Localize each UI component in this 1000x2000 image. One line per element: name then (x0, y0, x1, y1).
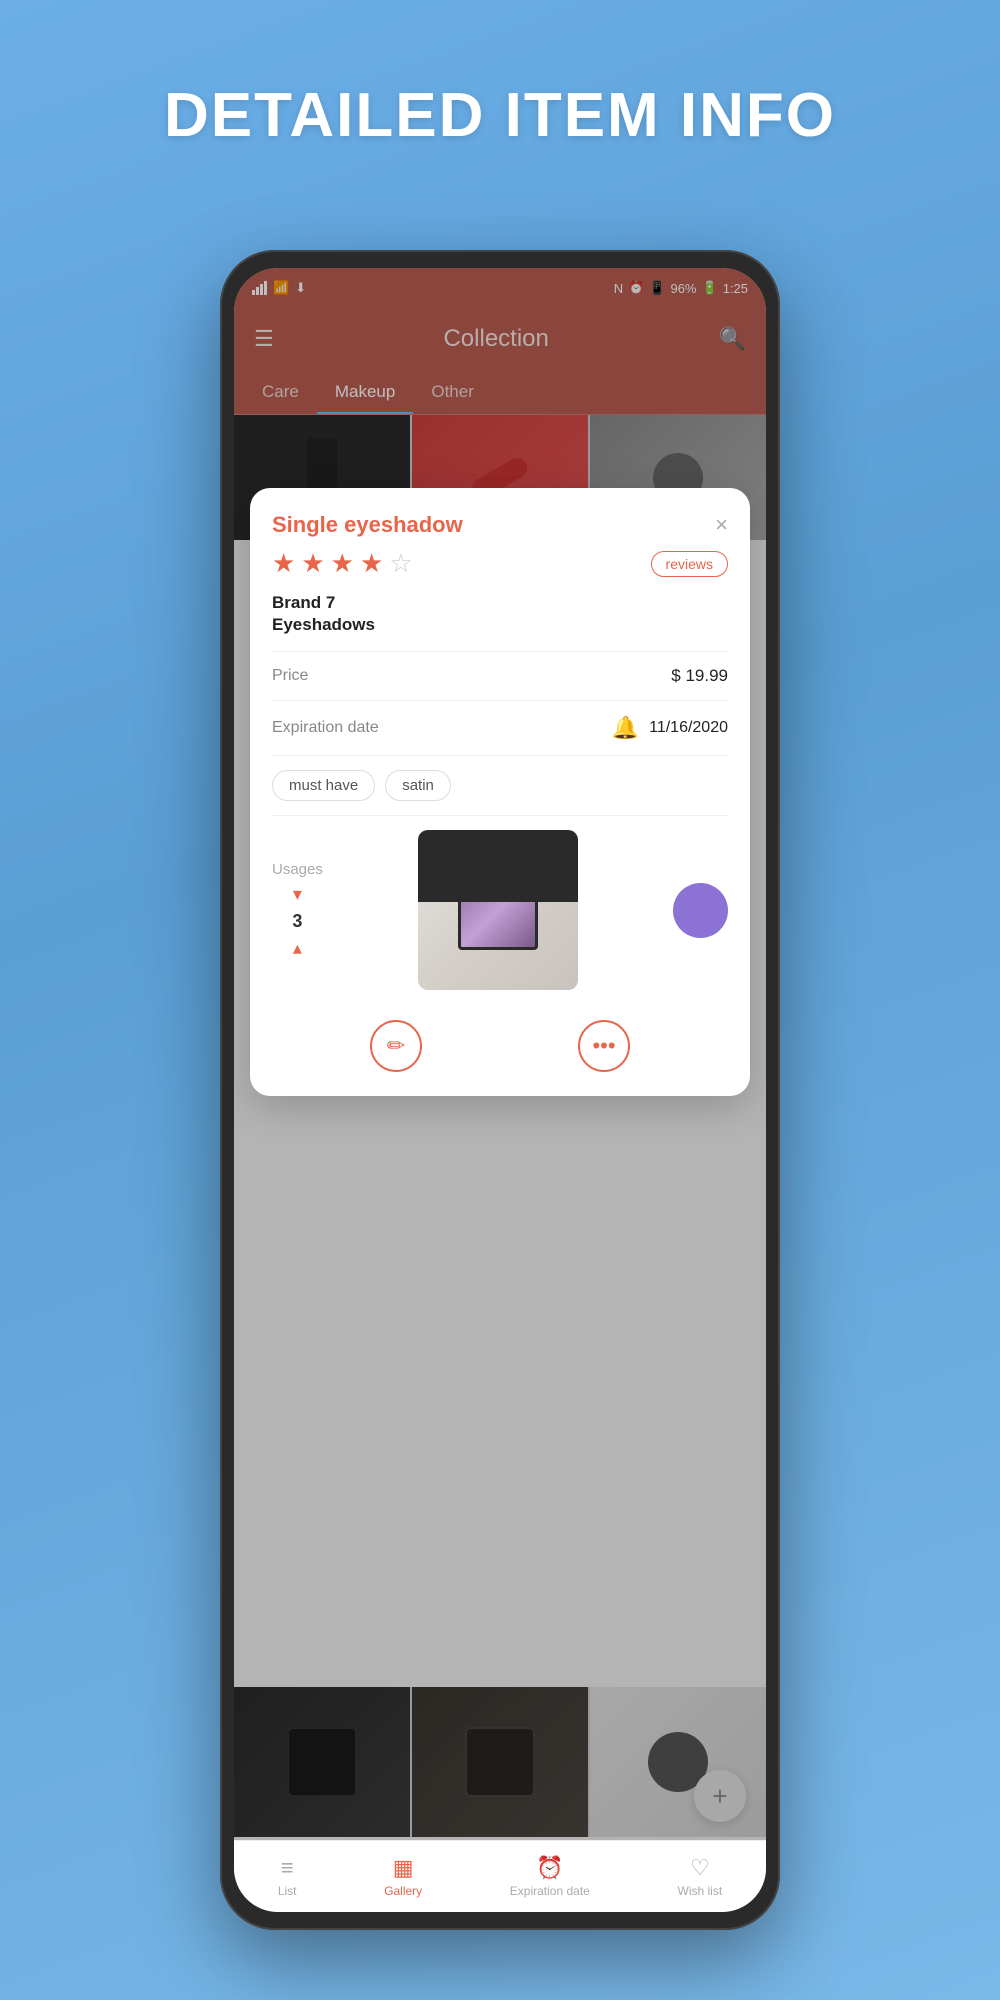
category-name: Eyeshadows (272, 615, 728, 635)
list-icon: ≡ (281, 1855, 294, 1881)
wishlist-icon: ♡ (690, 1855, 710, 1881)
star-3[interactable]: ★ (331, 548, 354, 579)
expiry-date: 11/16/2020 (649, 719, 728, 737)
page-title: DETAILED ITEM INFO (0, 0, 1000, 151)
arrow-down[interactable]: ▾ (293, 884, 302, 905)
nav-label-wishlist: Wish list (678, 1884, 723, 1898)
color-swatch[interactable] (673, 883, 728, 938)
nav-item-list[interactable]: ≡ List (266, 1849, 309, 1904)
expiry-row: Expiration date 🔔 11/16/2020 (272, 700, 728, 755)
expiry-right: 🔔 11/16/2020 (612, 715, 728, 741)
close-button[interactable]: × (715, 512, 728, 538)
nav-item-gallery[interactable]: ▦ Gallery (372, 1849, 434, 1904)
edit-icon: ✏ (387, 1033, 405, 1059)
usages-label: Usages (272, 861, 323, 878)
nav-item-expiration[interactable]: ⏰ Expiration date (498, 1849, 602, 1904)
arrow-up[interactable]: ▴ (293, 938, 302, 959)
usages-control: Usages ▾ 3 ▴ (272, 861, 323, 959)
star-4[interactable]: ★ (360, 548, 383, 579)
more-options-button[interactable]: ••• (578, 1020, 630, 1072)
nav-label-gallery: Gallery (384, 1884, 422, 1898)
star-rating: ★ ★ ★ ★ ☆ (272, 548, 413, 579)
phone-screen: 📶 ⬇ N ⏰ 📱 96% 🔋 1:25 ☰ Collection 🔍 Care (234, 268, 766, 1912)
brand-name: Brand 7 (272, 593, 728, 613)
bell-icon[interactable]: 🔔 (612, 715, 639, 741)
product-image[interactable] (418, 830, 578, 990)
star-5[interactable]: ☆ (389, 548, 412, 579)
nav-label-expiration: Expiration date (510, 1884, 590, 1898)
star-2[interactable]: ★ (301, 548, 324, 579)
bottom-nav: ≡ List ▦ Gallery ⏰ Expiration date ♡ Wis… (234, 1840, 766, 1912)
usages-value: 3 (292, 911, 302, 932)
stars-reviews-row: ★ ★ ★ ★ ☆ reviews (272, 548, 728, 579)
expiration-icon: ⏰ (536, 1855, 563, 1881)
gallery-icon: ▦ (393, 1855, 414, 1881)
nav-label-list: List (278, 1884, 297, 1898)
price-label: Price (272, 667, 308, 685)
tag-must-have[interactable]: must have (272, 770, 375, 801)
star-1[interactable]: ★ (272, 548, 295, 579)
modal-title: Single eyeshadow (272, 512, 463, 538)
reviews-button[interactable]: reviews (651, 551, 728, 577)
more-icon: ••• (592, 1033, 615, 1059)
tag-satin[interactable]: satin (385, 770, 451, 801)
action-buttons-row: ✏ ••• (272, 1004, 728, 1076)
edit-button[interactable]: ✏ (370, 1020, 422, 1072)
modal-header: Single eyeshadow × (272, 512, 728, 538)
phone-frame: 📶 ⬇ N ⏰ 📱 96% 🔋 1:25 ☰ Collection 🔍 Care (220, 250, 780, 1930)
price-value: $ 19.99 (671, 666, 728, 686)
expiry-label: Expiration date (272, 719, 379, 737)
usages-image-row: Usages ▾ 3 ▴ (272, 815, 728, 1004)
nav-item-wishlist[interactable]: ♡ Wish list (666, 1849, 735, 1904)
item-detail-modal: Single eyeshadow × ★ ★ ★ ★ ☆ reviews Bra… (250, 488, 750, 1096)
tags-row: must have satin (272, 755, 728, 815)
price-row: Price $ 19.99 (272, 651, 728, 700)
